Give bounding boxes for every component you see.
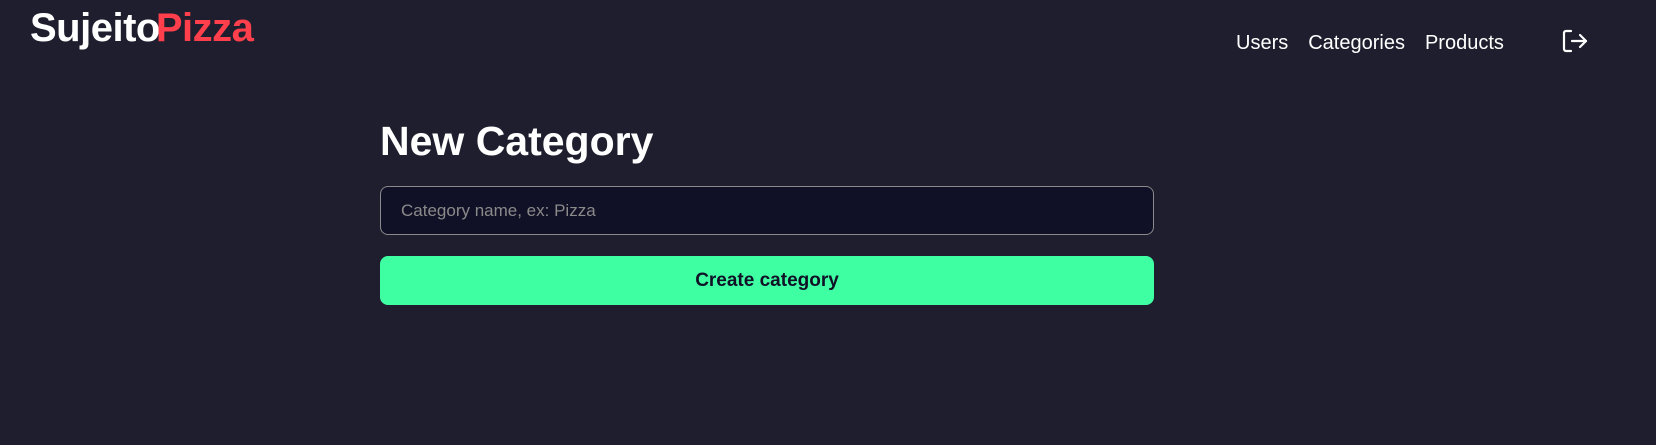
page-title: New Category [380,118,654,164]
category-name-input[interactable] [380,186,1154,235]
logout-icon[interactable] [1560,26,1590,56]
nav-link-categories[interactable]: Categories [1308,27,1405,59]
create-category-button[interactable]: Create category [380,256,1154,305]
nav-link-products[interactable]: Products [1425,27,1504,59]
logo-text-accent: Pizza [155,6,254,50]
logo[interactable]: SujeitoPizza [30,4,254,52]
nav-link-users[interactable]: Users [1236,27,1288,59]
main-nav: Users Categories Products [1236,27,1504,59]
logo-text-primary: Sujeito [30,6,160,50]
